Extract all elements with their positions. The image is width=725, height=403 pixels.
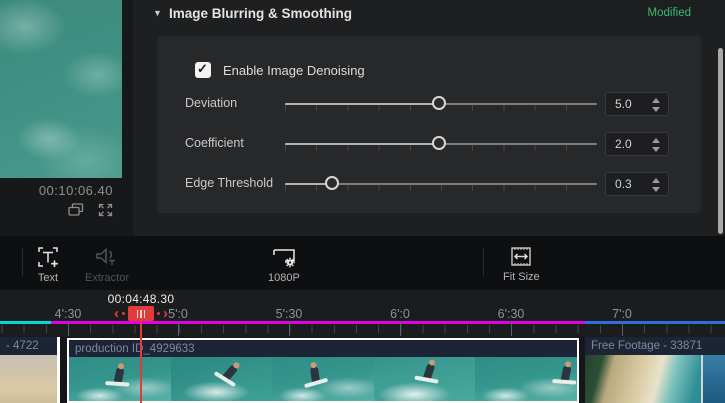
playhead-line[interactable] (140, 321, 142, 403)
playhead-marker[interactable]: ‹ › (114, 306, 168, 321)
coefficient-value-box[interactable]: 2.0 (605, 132, 669, 156)
surf-thumbnail (69, 357, 171, 401)
resolution-button[interactable]: 1080P (268, 245, 300, 284)
playhead-dot (122, 312, 125, 315)
ruler-tick-label: 4':30 (55, 307, 82, 321)
panel-scrollbar[interactable] (718, 48, 723, 234)
clip-label: production ID_4929633 (69, 343, 195, 355)
ruler-major-tick (400, 321, 401, 336)
timeline-segment-magenta (51, 321, 585, 324)
preview-timecode: 00:10:06.40 (0, 183, 113, 198)
coefficient-slider-handle[interactable] (432, 136, 446, 150)
clip-free-footage[interactable]: Free Footage - 33871 (585, 337, 725, 403)
ruler-tick-label: 6':0 (390, 307, 410, 321)
enable-denoising-checkbox[interactable] (195, 62, 211, 78)
extractor-tool-label: Extractor (85, 272, 129, 284)
ruler-tick-label: 7':0 (612, 307, 632, 321)
edge-threshold-spinner[interactable] (651, 176, 661, 194)
clip-thumbnail[interactable] (0, 355, 57, 403)
clip-label: - 4722 (0, 340, 39, 352)
clip-production-id-selected[interactable]: production ID_4929633 (67, 338, 579, 403)
playhead-right-chevron-icon[interactable]: › (163, 307, 168, 321)
timeline-segment-blue (585, 321, 725, 324)
surf-thumbnail (475, 357, 577, 401)
clip-thumbnail[interactable] (585, 355, 725, 403)
toolbar-divider (483, 248, 484, 276)
surf-thumbnail (374, 357, 476, 401)
text-tool-button[interactable]: Text (36, 245, 60, 284)
ruler-major-tick (178, 321, 179, 336)
fullscreen-icon[interactable] (98, 203, 113, 217)
modified-badge: Modified (648, 7, 691, 19)
playhead-grip-icon[interactable] (128, 306, 154, 321)
video-editor-app: 00:10:06.40 ▼ Image Bl (0, 0, 725, 403)
ruler-major-tick (622, 321, 623, 336)
deviation-spinner[interactable] (651, 96, 661, 114)
playhead-dot (157, 312, 160, 315)
edge-threshold-row: Edge Threshold 0.3 (157, 172, 701, 196)
coefficient-label: Coefficient (185, 136, 244, 150)
surf-thumbnail (272, 357, 374, 401)
ruler-major-tick (289, 321, 290, 336)
ruler-minor-ticks (0, 325, 725, 333)
ruler-major-tick (68, 321, 69, 336)
deviation-slider-fill (285, 103, 439, 105)
ruler-tick-label: 6':30 (498, 307, 525, 321)
enable-denoising-label: Enable Image Denoising (223, 63, 365, 78)
text-tool-label: Text (38, 272, 58, 284)
timeline-segment-cyan (0, 321, 51, 324)
deviation-slider-handle[interactable] (432, 96, 446, 110)
edge-threshold-value[interactable]: 0.3 (615, 177, 632, 191)
edge-threshold-value-box[interactable]: 0.3 (605, 172, 669, 196)
toolbar-divider (22, 248, 23, 276)
clip-4722[interactable]: - 4722 (0, 337, 60, 403)
fit-size-button[interactable]: Fit Size (503, 246, 540, 283)
edge-threshold-label: Edge Threshold (185, 176, 273, 190)
coefficient-value[interactable]: 2.0 (615, 137, 632, 151)
ruler-tick-label: 5':30 (276, 307, 303, 321)
resolution-label: 1080P (268, 272, 300, 284)
playhead-left-chevron-icon[interactable]: ‹ (114, 307, 119, 321)
coefficient-spinner[interactable] (651, 136, 661, 154)
extractor-tool-button[interactable]: Extractor (85, 245, 129, 284)
duplicate-icon[interactable] (68, 203, 84, 217)
playhead-timecode: 00:04:48.30 (108, 292, 175, 306)
fit-size-label: Fit Size (503, 271, 540, 283)
section-title: Image Blurring & Smoothing (169, 6, 352, 21)
settings-panel: ▼ Image Blurring & Smoothing Modified En… (133, 0, 725, 236)
collapse-arrow-icon[interactable]: ▼ (153, 8, 162, 18)
video-preview[interactable] (0, 0, 122, 178)
deviation-value-box[interactable]: 5.0 (605, 92, 669, 116)
ruler-major-tick (511, 321, 512, 336)
coefficient-row: Coefficient 2.0 (157, 132, 701, 156)
preview-panel: 00:10:06.40 (0, 0, 133, 236)
deviation-value[interactable]: 5.0 (615, 97, 632, 111)
clip-thumbnail-strip[interactable] (69, 357, 577, 401)
edge-threshold-slider-handle[interactable] (325, 176, 339, 190)
section-header[interactable]: ▼ Image Blurring & Smoothing Modified (133, 0, 725, 30)
toolbar: Text Extractor 1080P (0, 236, 725, 290)
timeline-ruler[interactable]: 00:04:48.30 4':30 5':0 5':30 6':0 6':30 … (0, 290, 725, 337)
denoising-card: Enable Image Denoising Deviation 5.0 Coe… (157, 36, 701, 213)
timeline-tracks: - 4722 production ID_4929633 Free Footag… (0, 337, 725, 403)
coefficient-slider-fill (285, 143, 439, 145)
ruler-tick-label: 5':0 (168, 307, 188, 321)
deviation-label: Deviation (185, 96, 237, 110)
surf-thumbnail (171, 357, 273, 401)
clip-label: Free Footage - 33871 (585, 340, 702, 352)
deviation-row: Deviation 5.0 (157, 92, 701, 116)
